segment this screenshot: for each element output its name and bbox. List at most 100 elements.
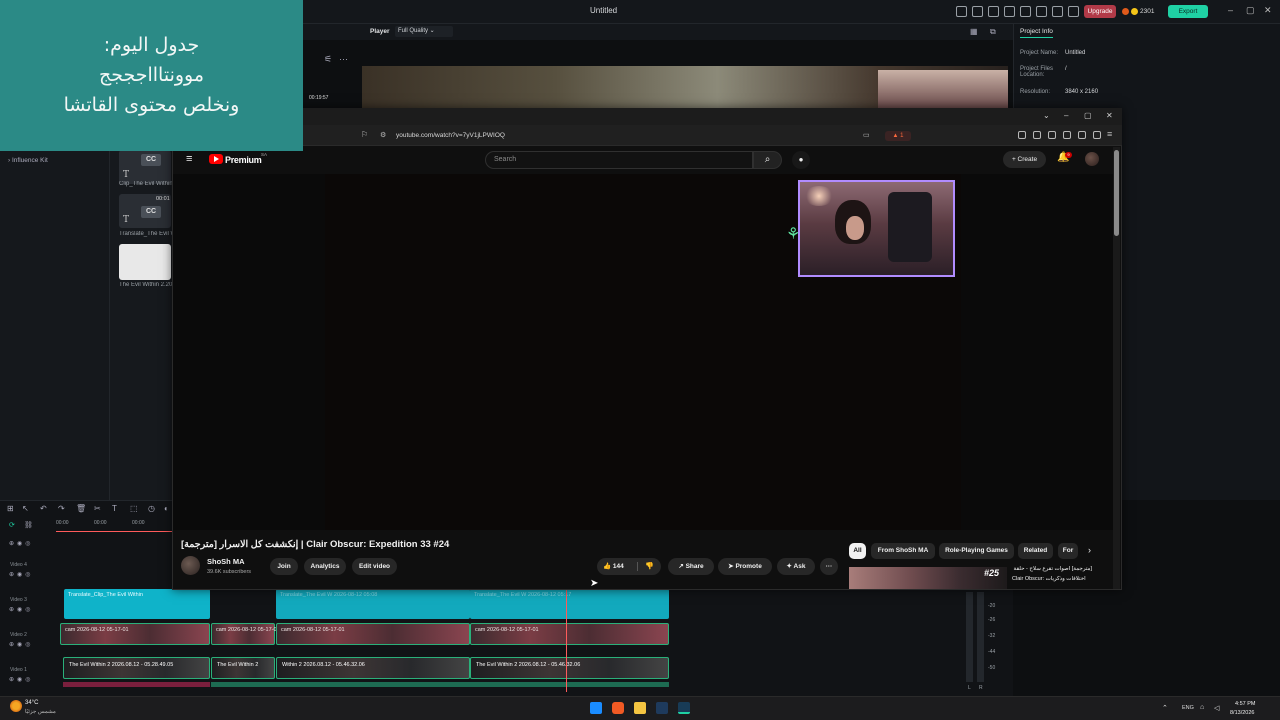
scrollbar-thumb[interactable] xyxy=(1114,150,1119,236)
create-button[interactable]: + Create xyxy=(1003,151,1046,168)
steam-icon[interactable] xyxy=(656,702,668,714)
url-input[interactable]: youtube.com/watch?v=7yV1jLPWIOQ xyxy=(396,132,505,139)
recommended-title[interactable]: Clair Obscur: اختلافات وذكريات xyxy=(1012,576,1112,582)
edit-video-button[interactable]: Edit video xyxy=(352,558,397,575)
chip-all[interactable]: All xyxy=(849,543,866,559)
speed-icon[interactable]: ◷ xyxy=(148,504,155,513)
volume-icon[interactable]: ◁ xyxy=(1214,704,1219,712)
browser-menu-icon[interactable]: ≡ xyxy=(1107,129,1112,139)
clock-date[interactable]: 8/13/2026 xyxy=(1230,710,1254,716)
weather-temperature[interactable]: 34°C xyxy=(25,700,38,706)
link-icon[interactable]: ⛓ xyxy=(24,521,33,529)
track-controls[interactable]: ⊕◉◎ xyxy=(9,676,34,683)
browser-maximize-icon[interactable]: ▢ xyxy=(1084,111,1092,120)
download-icon[interactable] xyxy=(1020,6,1031,17)
like-button[interactable]: 👍 144 xyxy=(603,558,624,575)
timeline-clip-cam[interactable]: cam 2026-08-12 05-17-01 xyxy=(470,623,669,645)
filter-icon[interactable]: ⚟ xyxy=(324,54,332,65)
crop-icon[interactable]: ⬚ xyxy=(130,504,138,513)
site-settings-icon[interactable]: ⚙ xyxy=(380,131,386,139)
media-item-clip[interactable]: T CC xyxy=(119,150,171,184)
media-item-translate[interactable]: 00:01 T CC xyxy=(119,194,171,228)
track-controls[interactable]: ⊕◉◎ xyxy=(9,540,34,547)
close-icon[interactable]: ✕ xyxy=(1264,5,1272,16)
timeline-clip-game[interactable]: The Evil Within 2 xyxy=(211,657,275,679)
monitor-icon[interactable] xyxy=(956,6,967,17)
layout-icon[interactable] xyxy=(988,6,999,17)
puzzle-icon[interactable] xyxy=(1078,131,1086,139)
youtube-premium-label[interactable]: Premium xyxy=(225,155,262,165)
timeline-clip-subtitle[interactable]: Translate_The Evil W 2026-08-12 05:17 xyxy=(470,589,669,619)
brave-browser-icon[interactable] xyxy=(612,702,624,714)
language-indicator[interactable]: ENG xyxy=(1182,705,1194,711)
track-controls[interactable]: ⊕◉◎ xyxy=(9,641,34,648)
hamburger-menu-icon[interactable]: ≡ xyxy=(186,153,192,165)
gift-icon[interactable] xyxy=(1068,6,1079,17)
tray-chevron-icon[interactable]: ⌃ xyxy=(1162,704,1168,712)
quality-dropdown[interactable]: Full Quality ⌄ xyxy=(395,26,453,37)
network-icon[interactable]: ⌂ xyxy=(1200,704,1204,711)
bookmark-icon[interactable]: ⚐ xyxy=(361,130,368,139)
youtube-logo-icon[interactable] xyxy=(209,154,223,164)
channel-avatar[interactable] xyxy=(181,556,200,575)
maximize-icon[interactable]: ▢ xyxy=(1246,5,1255,16)
promote-button[interactable]: ➤ Promote xyxy=(718,558,772,575)
snap-icon[interactable]: ⟳ xyxy=(9,521,15,529)
clock-time[interactable]: 4:57 PM xyxy=(1235,701,1255,707)
search-icon[interactable]: ⌕ xyxy=(753,151,782,169)
search-input[interactable]: Search xyxy=(485,151,753,169)
wallet-icon[interactable] xyxy=(1063,131,1071,139)
credits-counter[interactable]: 2301 xyxy=(1122,5,1160,18)
sidebar-item-influence-kit[interactable]: › Influence Kit xyxy=(8,157,48,164)
track-controls[interactable]: ⊕◉◎ xyxy=(9,571,34,578)
timeline-clip-subtitle[interactable]: Translate_The Evil W 2026-08-12 05:08 xyxy=(276,589,470,619)
channel-name[interactable]: ShoSh MA xyxy=(207,557,245,566)
extension-icon[interactable] xyxy=(1018,131,1026,139)
grid-icon[interactable] xyxy=(1004,6,1015,17)
grid-view-icon[interactable]: ▦ xyxy=(970,27,978,36)
tab-project-info[interactable]: Project Info xyxy=(1020,28,1053,38)
brave-shield-icon[interactable]: ▲ 1 xyxy=(885,131,911,141)
cut-icon[interactable]: ✂ xyxy=(94,504,101,513)
delete-icon[interactable]: 🗑 xyxy=(76,504,86,513)
playhead[interactable] xyxy=(566,588,567,692)
join-button[interactable]: Join xyxy=(270,558,298,575)
cloud-icon[interactable] xyxy=(1036,6,1047,17)
dislike-icon[interactable]: 👎 xyxy=(645,558,654,575)
chevron-right-icon[interactable]: › xyxy=(1088,545,1091,555)
weather-icon[interactable] xyxy=(10,700,22,712)
grid-tool-icon[interactable]: ⊞ xyxy=(7,504,14,513)
text-tool-icon[interactable]: T xyxy=(112,504,117,513)
browser-minimize-icon[interactable]: – xyxy=(1064,111,1068,120)
snapshot-icon[interactable]: ⧉ xyxy=(990,27,996,37)
chip-from-channel[interactable]: From ShoSh MA xyxy=(871,543,935,559)
keyboard-icon[interactable] xyxy=(972,6,983,17)
vpn-icon[interactable] xyxy=(1093,131,1101,139)
music-icon[interactable] xyxy=(1033,131,1041,139)
timeline-clip-cam[interactable]: cam 2026-08-12 05-17-01 xyxy=(60,623,210,645)
video-editor-icon[interactable] xyxy=(678,702,690,714)
avatar[interactable] xyxy=(1085,152,1099,166)
timeline-clip-subtitle[interactable]: Translate_Clip_The Evil Within xyxy=(64,589,210,619)
user-icon[interactable] xyxy=(1052,6,1063,17)
timeline-clip-cam[interactable]: cam 2026-08-12 05-17-01 xyxy=(211,623,280,645)
more-actions-button[interactable]: ··· xyxy=(820,558,838,575)
upgrade-button[interactable]: Upgrade xyxy=(1084,5,1116,18)
chip-for-you[interactable]: For xyxy=(1058,543,1078,559)
select-tool-icon[interactable]: ↖ xyxy=(22,504,29,513)
share-button[interactable]: ↗ Share xyxy=(668,558,714,575)
minimize-icon[interactable]: – xyxy=(1228,5,1233,15)
start-icon[interactable] xyxy=(590,702,602,714)
cast-icon[interactable]: ▭ xyxy=(863,131,870,139)
timeline-clip-game[interactable]: The Evil Within 2 2026.08.12 - 05.28.49.… xyxy=(63,657,210,679)
timeline-clip-game[interactable]: The Evil Within 2 2026.08.12 - 05.46.32.… xyxy=(470,657,669,679)
chip-role-playing-games[interactable]: Role-Playing Games xyxy=(939,543,1014,559)
timeline-clip-cam[interactable]: cam 2026-08-12 05-17-01 xyxy=(276,623,470,645)
ask-button[interactable]: ✦ Ask xyxy=(777,558,815,575)
media-item-video[interactable] xyxy=(119,244,171,280)
analytics-button[interactable]: Analytics xyxy=(304,558,346,575)
tab-list-icon[interactable]: ⌄ xyxy=(1043,111,1050,120)
file-explorer-icon[interactable] xyxy=(634,702,646,714)
track-controls[interactable]: ⊕◉◎ xyxy=(9,606,34,613)
export-button[interactable]: Export xyxy=(1168,5,1208,18)
